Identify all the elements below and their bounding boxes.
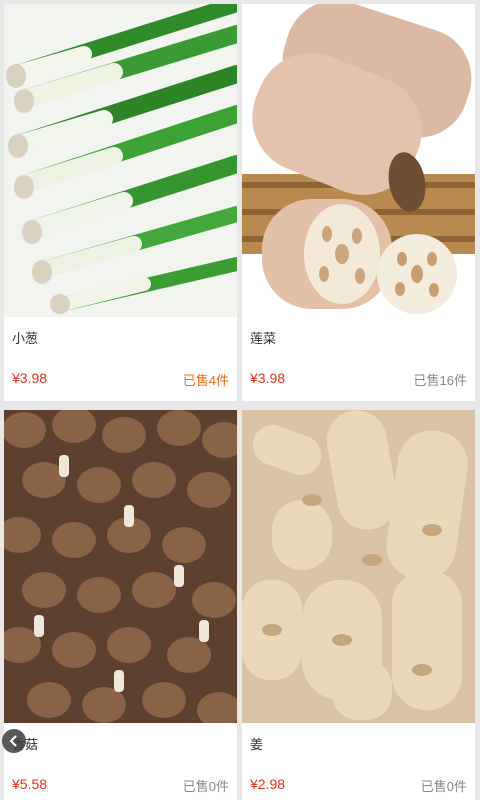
product-price: ¥2.98 bbox=[250, 776, 286, 792]
product-price: ¥5.58 bbox=[12, 776, 48, 792]
overlay-back-button[interactable] bbox=[2, 729, 26, 753]
product-name[interactable]: 莲菜 bbox=[250, 328, 276, 347]
product-sold-count: 已售0件 bbox=[182, 779, 229, 794]
product-sold-count: 已售16件 bbox=[413, 373, 467, 388]
product-image-mushroom[interactable] bbox=[4, 410, 237, 723]
product-card-lotus-root[interactable]: 莲菜 ¥3.98 已售16件 bbox=[242, 4, 475, 401]
product-image-lotus-root[interactable] bbox=[242, 4, 475, 317]
product-image-ginger[interactable] bbox=[242, 410, 475, 723]
product-price: ¥3.98 bbox=[12, 370, 48, 386]
product-grid: 小葱 ¥3.98 已售4件 莲菜 ¥3.98 已售16件 ¥5.58 已售0件 … bbox=[0, 0, 480, 800]
product-sold-count: 已售4件 bbox=[182, 373, 229, 388]
product-card-scallion[interactable]: 小葱 ¥3.98 已售4件 bbox=[4, 4, 237, 401]
product-name[interactable]: 姜 bbox=[250, 734, 263, 753]
product-sold-count: 已售0件 bbox=[420, 779, 467, 794]
product-card-ginger[interactable]: 姜 ¥2.98 已售0件 bbox=[242, 410, 475, 800]
product-card-mushroom[interactable]: 香菇 ¥5.58 已售0件 bbox=[4, 410, 237, 800]
product-image-scallion[interactable] bbox=[4, 4, 237, 317]
chevron-left-icon bbox=[9, 735, 17, 747]
product-price: ¥3.98 bbox=[250, 370, 286, 386]
product-name[interactable]: 小葱 bbox=[12, 328, 38, 347]
